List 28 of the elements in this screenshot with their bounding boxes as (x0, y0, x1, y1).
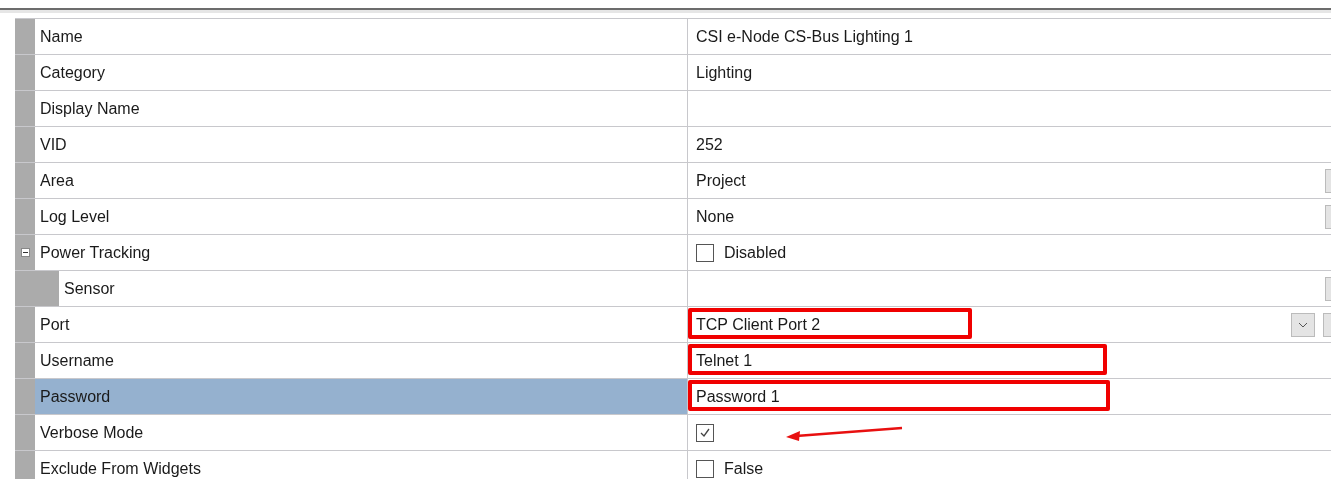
property-value: Project (696, 171, 746, 190)
property-value: Disabled (724, 243, 787, 262)
row-gutter (15, 451, 35, 479)
row-indent (35, 271, 59, 306)
row-gutter (15, 415, 35, 450)
row-gutter (15, 91, 35, 126)
property-value: Lighting (696, 63, 753, 82)
checkbox[interactable] (696, 423, 714, 442)
row-gutter (15, 55, 35, 90)
collapse-icon[interactable] (20, 248, 30, 257)
property-value: CSI e-Node CS-Bus Lighting 1 (696, 27, 913, 46)
row-gutter (15, 343, 35, 378)
chevron-down-icon (1298, 321, 1308, 328)
property-value: Telnet 1 (696, 351, 753, 370)
checkbox[interactable] (696, 243, 714, 262)
property-value: 252 (696, 135, 723, 154)
row-gutter (15, 307, 35, 342)
checkbox[interactable] (696, 459, 714, 478)
row-gutter (15, 379, 35, 414)
row-gutter (15, 19, 35, 54)
property-value: TCP Client Port 2 (696, 315, 821, 334)
row-gutter (15, 163, 35, 198)
property-value: False (724, 459, 764, 478)
property-name[interactable]: Password (35, 379, 688, 414)
property-value: Password 1 (696, 387, 780, 406)
row-gutter (15, 127, 35, 162)
property-value: None (696, 207, 735, 226)
dropdown-button[interactable] (1291, 312, 1315, 337)
